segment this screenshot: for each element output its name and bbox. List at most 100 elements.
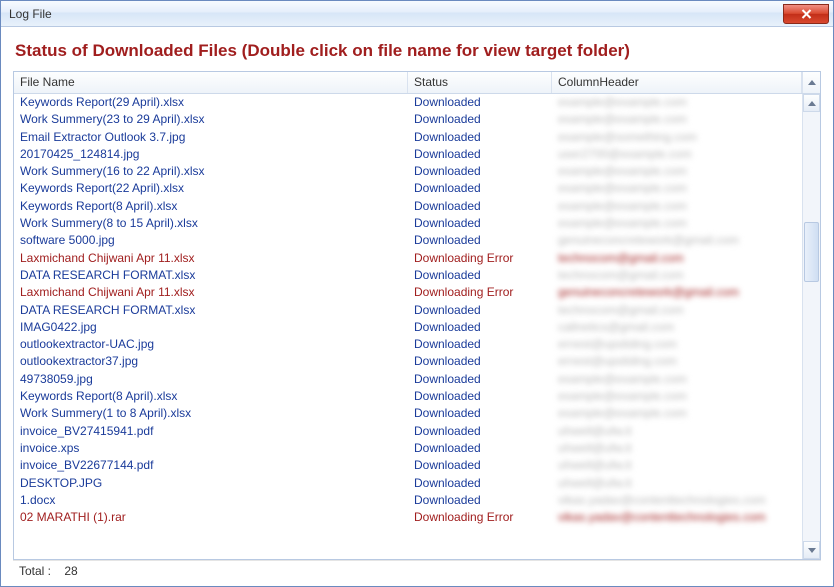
table-row[interactable]: Work Summery(1 to 8 April).xlsxDownloade…	[14, 405, 802, 422]
table-row[interactable]: outlookextractor-UAC.jpgDownloadedernest…	[14, 336, 802, 353]
cell-status: Downloaded	[408, 94, 552, 111]
grid-body: Keywords Report(29 April).xlsxDownloaded…	[14, 94, 802, 559]
cell-status: Downloaded	[408, 388, 552, 405]
table-row[interactable]: DATA RESEARCH FORMAT.xlsxDownloadedtechn…	[14, 302, 802, 319]
scroll-header-gap	[802, 72, 820, 93]
cell-extra: vikas.yadav@contenttechnologies.com	[552, 509, 802, 526]
cell-status: Downloaded	[408, 319, 552, 336]
table-row[interactable]: Keywords Report(8 April).xlsxDownloadede…	[14, 388, 802, 405]
total-count: 28	[64, 564, 77, 578]
grid-header-row: File Name Status ColumnHeader	[14, 72, 820, 94]
cell-extra: genuineconcretework@gmail.com	[552, 284, 802, 301]
cell-filename: outlookextractor37.jpg	[14, 353, 408, 370]
cell-filename: Laxmichand Chijwani Apr 11.xlsx	[14, 284, 408, 301]
vertical-scrollbar[interactable]	[802, 94, 820, 559]
close-button[interactable]	[783, 4, 829, 24]
table-row[interactable]: IMAG0422.jpgDownloadedcallnetics@gmail.c…	[14, 319, 802, 336]
table-row[interactable]: 02 MARATHI (1).rarDownloading Errorvikas…	[14, 509, 802, 526]
titlebar[interactable]: Log File	[1, 1, 833, 27]
cell-filename: 20170425_124814.jpg	[14, 146, 408, 163]
cell-filename: invoice_BV22677144.pdf	[14, 457, 408, 474]
cell-filename: IMAG0422.jpg	[14, 319, 408, 336]
cell-extra: ernest@upsliding.com	[552, 336, 802, 353]
scroll-up-button[interactable]	[803, 94, 820, 112]
cell-status: Downloaded	[408, 440, 552, 457]
cell-extra: example@example.com	[552, 198, 802, 215]
cell-extra: genuineconcretework@gmail.com	[552, 232, 802, 249]
scroll-track[interactable]	[803, 112, 820, 541]
table-row[interactable]: Laxmichand Chijwani Apr 11.xlsxDownloadi…	[14, 284, 802, 301]
table-row[interactable]: invoice.xpsDownloadeduhwell@ufw.it	[14, 440, 802, 457]
chevron-up-icon	[808, 80, 816, 85]
table-row[interactable]: 1.docxDownloadedvikas.yadav@contenttechn…	[14, 492, 802, 509]
file-grid: File Name Status ColumnHeader Keywords R…	[13, 71, 821, 560]
table-row[interactable]: invoice_BV22677144.pdfDownloadeduhwell@u…	[14, 457, 802, 474]
cell-status: Downloaded	[408, 180, 552, 197]
cell-extra: example@example.com	[552, 111, 802, 128]
cell-extra: callnetics@gmail.com	[552, 319, 802, 336]
table-row[interactable]: 20170425_124814.jpgDownloadeduser2700@ex…	[14, 146, 802, 163]
cell-extra: technocom@gmail.com	[552, 267, 802, 284]
cell-extra: example@example.com	[552, 163, 802, 180]
cell-extra: example@example.com	[552, 388, 802, 405]
table-row[interactable]: Keywords Report(29 April).xlsxDownloaded…	[14, 94, 802, 111]
cell-extra: technocom@gmail.com	[552, 302, 802, 319]
scroll-down-button[interactable]	[803, 541, 820, 559]
close-icon	[801, 9, 812, 19]
cell-filename: Work Summery(8 to 15 April).xlsx	[14, 215, 408, 232]
window-title: Log File	[9, 7, 52, 21]
cell-extra: user2700@example.com	[552, 146, 802, 163]
cell-filename: invoice.xps	[14, 440, 408, 457]
cell-extra: uhwell@ufw.it	[552, 440, 802, 457]
cell-filename: 02 MARATHI (1).rar	[14, 509, 408, 526]
table-row[interactable]: DESKTOP.JPGDownloadeduhwell@ufw.it	[14, 475, 802, 492]
cell-status: Downloaded	[408, 405, 552, 422]
table-row[interactable]: Keywords Report(22 April).xlsxDownloaded…	[14, 180, 802, 197]
cell-status: Downloaded	[408, 302, 552, 319]
cell-status: Downloaded	[408, 492, 552, 509]
content-area: Status of Downloaded Files (Double click…	[1, 27, 833, 586]
cell-extra: uhwell@ufw.it	[552, 475, 802, 492]
cell-status: Downloaded	[408, 475, 552, 492]
table-row[interactable]: Work Summery(23 to 29 April).xlsxDownloa…	[14, 111, 802, 128]
log-file-window: Log File Status of Downloaded Files (Dou…	[0, 0, 834, 587]
cell-status: Downloaded	[408, 146, 552, 163]
cell-extra: example@something.com	[552, 129, 802, 146]
cell-filename: invoice_BV27415941.pdf	[14, 423, 408, 440]
table-row[interactable]: software 5000.jpgDownloadedgenuineconcre…	[14, 232, 802, 249]
cell-status: Downloaded	[408, 457, 552, 474]
cell-status: Downloading Error	[408, 284, 552, 301]
cell-status: Downloaded	[408, 423, 552, 440]
table-row[interactable]: outlookextractor37.jpgDownloadedernest@u…	[14, 353, 802, 370]
cell-filename: Work Summery(1 to 8 April).xlsx	[14, 405, 408, 422]
cell-status: Downloaded	[408, 353, 552, 370]
cell-extra: technocom@gmail.com	[552, 250, 802, 267]
column-header-extra[interactable]: ColumnHeader	[552, 72, 802, 93]
cell-filename: Email Extractor Outlook 3.7.jpg	[14, 129, 408, 146]
cell-extra: uhwell@ufw.it	[552, 457, 802, 474]
cell-status: Downloaded	[408, 232, 552, 249]
column-header-filename[interactable]: File Name	[14, 72, 408, 93]
table-row[interactable]: Email Extractor Outlook 3.7.jpgDownloade…	[14, 129, 802, 146]
cell-filename: outlookextractor-UAC.jpg	[14, 336, 408, 353]
cell-filename: 49738059.jpg	[14, 371, 408, 388]
cell-filename: Work Summery(23 to 29 April).xlsx	[14, 111, 408, 128]
cell-filename: DATA RESEARCH FORMAT.xlsx	[14, 267, 408, 284]
cell-extra: example@example.com	[552, 405, 802, 422]
cell-extra: example@example.com	[552, 371, 802, 388]
cell-filename: 1.docx	[14, 492, 408, 509]
cell-filename: Keywords Report(22 April).xlsx	[14, 180, 408, 197]
column-header-status[interactable]: Status	[408, 72, 552, 93]
scroll-thumb[interactable]	[804, 222, 819, 282]
table-row[interactable]: Work Summery(16 to 22 April).xlsxDownloa…	[14, 163, 802, 180]
cell-filename: Keywords Report(8 April).xlsx	[14, 388, 408, 405]
table-row[interactable]: Work Summery(8 to 15 April).xlsxDownload…	[14, 215, 802, 232]
cell-extra: example@example.com	[552, 94, 802, 111]
table-row[interactable]: invoice_BV27415941.pdfDownloadeduhwell@u…	[14, 423, 802, 440]
status-footer: Total : 28	[13, 560, 821, 582]
table-row[interactable]: DATA RESEARCH FORMAT.xlsxDownloadedtechn…	[14, 267, 802, 284]
table-row[interactable]: 49738059.jpgDownloadedexample@example.co…	[14, 371, 802, 388]
table-row[interactable]: Laxmichand Chijwani Apr 11.xlsxDownloadi…	[14, 250, 802, 267]
total-label: Total :	[19, 564, 51, 578]
table-row[interactable]: Keywords Report(8 April).xlsxDownloadede…	[14, 198, 802, 215]
